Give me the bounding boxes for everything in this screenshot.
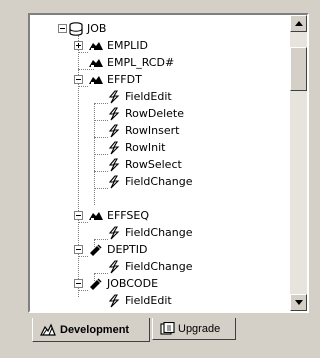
tree-line [78, 290, 88, 291]
lightning-icon [108, 157, 120, 171]
key-field-icon [89, 58, 103, 67]
project-tree-panel: JOB EMPLID EMPL_RCD# EFFDT FieldEdit Row… [28, 13, 309, 313]
tree-node-label: RowInit [125, 140, 166, 154]
tree-node-label: JOBCODE [107, 276, 159, 290]
project-tree: JOB EMPLID EMPL_RCD# EFFDT FieldEdit Row… [30, 15, 288, 311]
tree-node-label: RowInsert [125, 123, 180, 137]
field-icon [90, 277, 102, 290]
tree-node-label: DEPTID [107, 242, 148, 256]
tree-node-label: EFFSEQ [107, 208, 150, 222]
collapse-toggle[interactable] [74, 279, 83, 288]
tree-node-event[interactable]: FieldChange [106, 173, 193, 190]
tree-line [78, 256, 88, 257]
tree-node-deptid[interactable]: DEPTID [88, 241, 148, 258]
tree-node-event[interactable]: FieldEdit [106, 292, 172, 309]
expand-toggle[interactable] [74, 41, 83, 50]
tree-node-event[interactable]: FieldChange [106, 224, 193, 241]
lightning-icon [108, 174, 120, 188]
lightning-icon [108, 89, 120, 103]
tree-line [78, 86, 88, 87]
tree-line [78, 222, 88, 223]
tree-node-event[interactable]: FieldEdit [106, 88, 172, 105]
collapse-toggle[interactable] [74, 245, 83, 254]
tree-node-label: EFFDT [107, 72, 142, 86]
tree-node-event[interactable]: RowInsert [106, 122, 179, 139]
tree-node-event[interactable]: RowDelete [106, 105, 184, 122]
tab-upgrade[interactable]: Upgrade [152, 318, 236, 340]
scrollbar-thumb[interactable] [290, 47, 307, 91]
lightning-icon [108, 123, 120, 137]
tree-node-label: FieldChange [125, 174, 193, 188]
lightning-icon [108, 140, 120, 154]
tree-node-label: JOB [87, 21, 107, 35]
tab-label: Upgrade [178, 322, 221, 335]
tree-node-jobcode[interactable]: JOBCODE [88, 275, 158, 292]
tree-node-label: EMPL_RCD# [107, 55, 175, 69]
field-icon [90, 243, 102, 256]
tree-node-label: FieldEdit [125, 89, 172, 103]
collapse-toggle[interactable] [58, 24, 67, 33]
collapse-toggle[interactable] [74, 75, 83, 84]
scroll-down-button[interactable] [290, 294, 307, 311]
tree-node-label: FieldEdit [125, 293, 172, 307]
scroll-up-button[interactable] [290, 15, 307, 32]
tree-node-label: FieldChange [125, 225, 193, 239]
arrow-down-icon [294, 300, 303, 305]
key-field-icon [89, 75, 103, 84]
tab-label: Development [60, 323, 130, 336]
key-field-icon [89, 211, 103, 220]
tree-node-event[interactable]: FieldChange [106, 258, 193, 275]
tab-development[interactable]: Development [32, 318, 150, 342]
tree-node-event[interactable]: RowSelect [106, 156, 182, 173]
lightning-icon [108, 293, 120, 307]
tree-node-effseq[interactable]: EFFSEQ [88, 207, 149, 224]
tree-node-label: EMPLID [107, 38, 148, 52]
tree-node-event[interactable]: RowInit [106, 139, 165, 156]
lightning-icon [108, 259, 120, 273]
key-field-icon [89, 41, 103, 50]
lightning-icon [108, 225, 120, 239]
tree-node-job[interactable]: JOB [68, 20, 106, 37]
tree-node-emplid[interactable]: EMPLID [88, 37, 148, 54]
database-icon [69, 21, 83, 36]
upgrade-icon [160, 321, 175, 335]
tree-line [78, 52, 88, 53]
vertical-scrollbar[interactable] [290, 15, 307, 311]
lightning-icon [108, 106, 120, 120]
tree-node-effdt[interactable]: EFFDT [88, 71, 142, 88]
tree-node-label: FieldChange [125, 259, 193, 273]
tree-node-empl-rcd[interactable]: EMPL_RCD# [88, 54, 174, 71]
arrow-up-icon [294, 21, 303, 26]
tree-node-label: RowSelect [125, 157, 182, 171]
development-icon [40, 323, 56, 336]
tree-node-label: RowDelete [125, 106, 185, 120]
collapse-toggle[interactable] [74, 211, 83, 220]
